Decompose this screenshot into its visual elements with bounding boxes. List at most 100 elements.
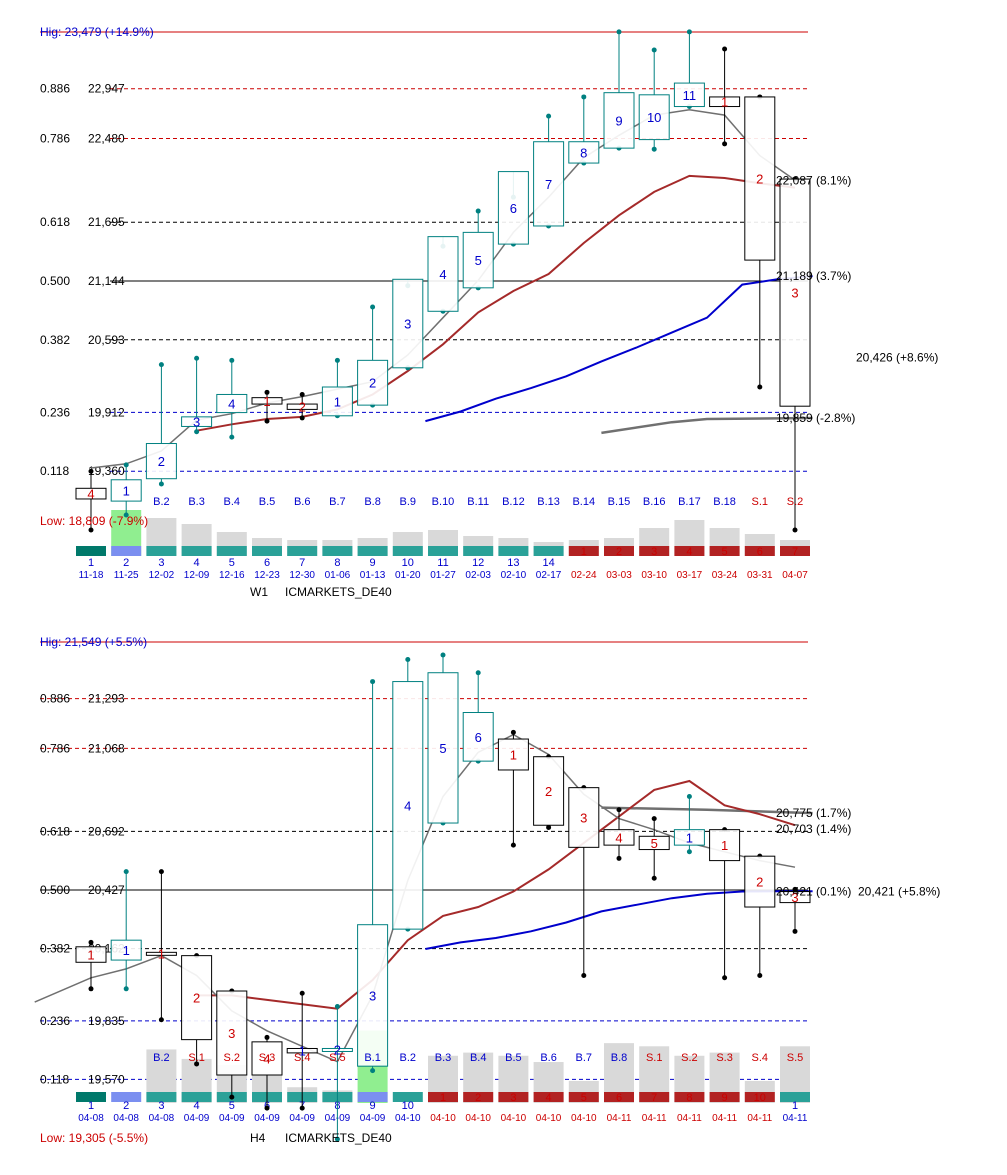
- candle-count-label: 2: [756, 875, 763, 890]
- candle-high-dot: [581, 94, 587, 100]
- counter-number: 7: [792, 546, 798, 558]
- counter-number: 4: [546, 1092, 552, 1104]
- signal-label: B.2: [153, 1052, 170, 1064]
- candle-high-dot: [229, 357, 235, 363]
- signal-label: S.5: [329, 1052, 346, 1064]
- candle-count-label: 5: [475, 253, 482, 268]
- counter-number: 2: [123, 1100, 129, 1112]
- candle-high-dot: [475, 670, 481, 676]
- counter-number: 4: [194, 557, 200, 569]
- candle-low-dot: [510, 842, 516, 848]
- fib-ratio-label: 0.236: [40, 1014, 70, 1028]
- date-tick-label: 04-09: [289, 1113, 315, 1124]
- candle-count-label: 1: [158, 946, 165, 961]
- candle-high-dot: [616, 807, 622, 813]
- candle-count-label: 4: [439, 267, 446, 282]
- symbol-label: ICMARKETS_DE40: [285, 1131, 392, 1145]
- counter-bar: [287, 546, 318, 556]
- candle-high-dot: [88, 468, 94, 474]
- counter-bar: [252, 546, 282, 556]
- fib-ratio-label: 0.236: [40, 405, 70, 419]
- side-price-label: 20,775 (1.7%): [776, 806, 851, 820]
- candle-high-dot: [616, 29, 622, 35]
- date-tick-label: 03-10: [641, 570, 667, 581]
- counter-number: 3: [651, 546, 657, 558]
- signal-label: B.15: [608, 496, 631, 508]
- candle-high-dot: [194, 355, 200, 361]
- candle-low-dot: [194, 429, 200, 435]
- side-price-label: 20,703 (1.4%): [776, 822, 851, 836]
- candle-low-dot: [158, 1017, 164, 1023]
- signal-label: B.4: [224, 496, 241, 508]
- counter-number: 5: [722, 546, 728, 558]
- counter-number: 2: [123, 557, 129, 569]
- candle-low-dot: [686, 849, 692, 855]
- candle-count-label: 9: [615, 113, 622, 128]
- date-tick-label: 04-08: [113, 1113, 139, 1124]
- signal-label: S.2: [224, 1052, 241, 1064]
- fib-price-label: 21,068: [88, 741, 125, 755]
- candle-high-dot: [123, 869, 129, 875]
- candle-high-dot: [651, 816, 657, 822]
- fib-ratio-label: 0.382: [40, 942, 70, 956]
- candle-low-dot: [581, 973, 587, 979]
- candle-high-dot: [546, 113, 552, 119]
- high-price-label: Hig: 21,549 (+5.5%): [40, 635, 147, 649]
- candle-high-dot: [158, 869, 164, 875]
- fib-ratio-label: 0.886: [40, 692, 70, 706]
- signal-label: B.1: [364, 1052, 381, 1064]
- date-tick-label: 12-09: [184, 570, 210, 581]
- signal-label: B.8: [364, 496, 381, 508]
- symbol-label: ICMARKETS_DE40: [285, 585, 392, 599]
- candle-high-dot: [510, 729, 516, 735]
- counter-number: 6: [757, 546, 763, 558]
- counter-number: 4: [686, 546, 692, 558]
- counter-bar: [76, 546, 106, 556]
- candle-count-label: 2: [158, 454, 165, 469]
- weekly-chart-panel: 0.886 22,9470.786 22,4800.618 21,6950.500 21…: [40, 25, 938, 599]
- fib-ratio-label: 0.786: [40, 132, 70, 146]
- counter-number: 1: [792, 1100, 798, 1112]
- candle-low-dot: [370, 1068, 376, 1074]
- counter-number: 10: [754, 1092, 766, 1104]
- counter-number: 9: [370, 1100, 376, 1112]
- date-tick-label: 04-10: [430, 1113, 456, 1124]
- signal-label: B.2: [153, 496, 170, 508]
- candle-high-dot: [405, 656, 411, 662]
- fib-ratio-label: 0.500: [40, 883, 70, 897]
- candle-low-dot: [158, 481, 164, 487]
- date-tick-label: 04-09: [254, 1113, 280, 1124]
- ema-line-blue: [425, 275, 813, 423]
- date-tick-label: 02-17: [536, 570, 562, 581]
- counter-number: 8: [686, 1092, 692, 1104]
- h4-chart-panel: 0.886 21,2930.786 21,0680.618 20,6920.500 20…: [34, 635, 940, 1145]
- candle-count-label: 2: [193, 991, 200, 1006]
- candle-low-dot: [792, 527, 798, 533]
- fib-ratio-label: 0.382: [40, 333, 70, 347]
- date-tick-label: 11-18: [79, 570, 104, 581]
- signal-label: B.3: [435, 1052, 452, 1064]
- counter-number: 10: [402, 1100, 414, 1112]
- candle-count-label: 8: [580, 145, 587, 160]
- counter-number: 6: [616, 1092, 622, 1104]
- signal-label: B.8: [611, 1052, 628, 1064]
- date-tick-label: 04-11: [783, 1113, 808, 1124]
- candle-count-label: 4: [87, 487, 94, 502]
- date-tick-label: 04-11: [747, 1113, 772, 1124]
- fib-ratio-label: 0.886: [40, 82, 70, 96]
- signal-label: S.1: [646, 1052, 663, 1064]
- signal-label: S.1: [752, 496, 769, 508]
- candle-count-label: 1: [510, 748, 517, 763]
- date-tick-label: 12-30: [289, 570, 315, 581]
- counter-bar: [428, 546, 458, 556]
- counter-number: 5: [581, 1092, 587, 1104]
- signal-label: B.11: [467, 496, 489, 508]
- candle-count-label: 6: [510, 201, 517, 216]
- signal-label: B.6: [540, 1052, 557, 1064]
- date-tick-label: 04-10: [501, 1113, 527, 1124]
- candle-count-label: 3: [580, 811, 587, 826]
- candle-high-dot: [123, 462, 129, 468]
- counter-bar: [357, 546, 388, 556]
- candle-count-label: 3: [369, 988, 376, 1003]
- counter-bar: [463, 546, 494, 556]
